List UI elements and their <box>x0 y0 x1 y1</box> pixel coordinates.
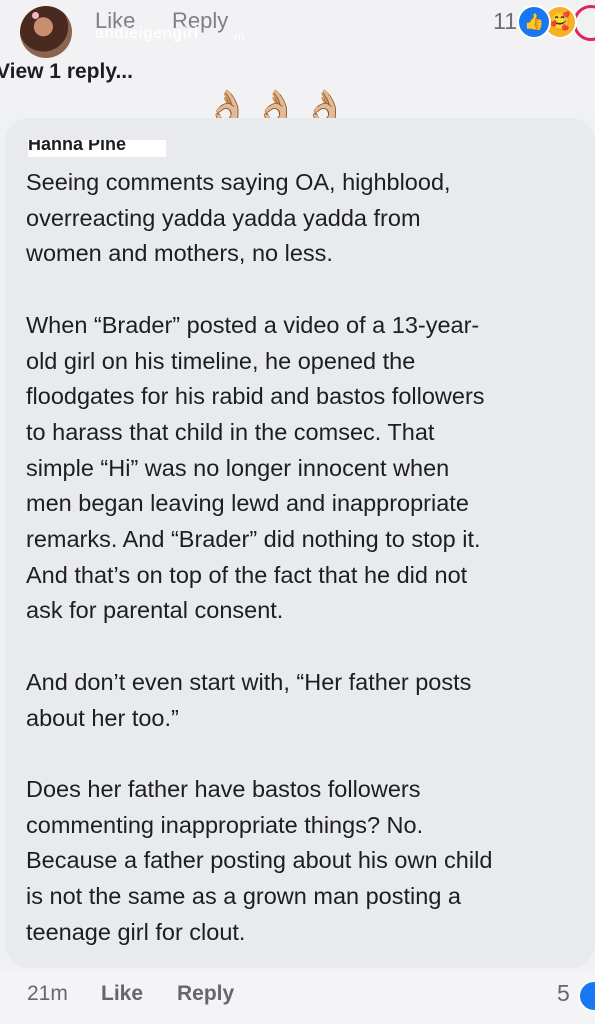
view-replies-link[interactable]: View 1 reply... <box>0 60 133 84</box>
footer-reaction-count[interactable]: 5 <box>557 980 570 1007</box>
comment-timestamp[interactable]: 21m <box>27 982 68 1006</box>
avatar[interactable] <box>20 6 72 58</box>
like-button[interactable]: Like <box>101 982 143 1006</box>
reaction-count[interactable]: 11 <box>493 8 517 35</box>
author-name[interactable]: Hanna Pine <box>28 140 126 155</box>
comment-footer <box>0 972 595 1024</box>
author-name-redacted: Hanna Pine <box>28 140 166 157</box>
watermark-suffix: m <box>234 29 245 44</box>
like-icon: 👍 <box>517 5 551 39</box>
reply-button[interactable]: Reply <box>177 982 234 1006</box>
comment-body: Seeing comments saying OA, highblood, ov… <box>26 169 493 945</box>
watermark-username: andieigengirl <box>95 25 199 42</box>
